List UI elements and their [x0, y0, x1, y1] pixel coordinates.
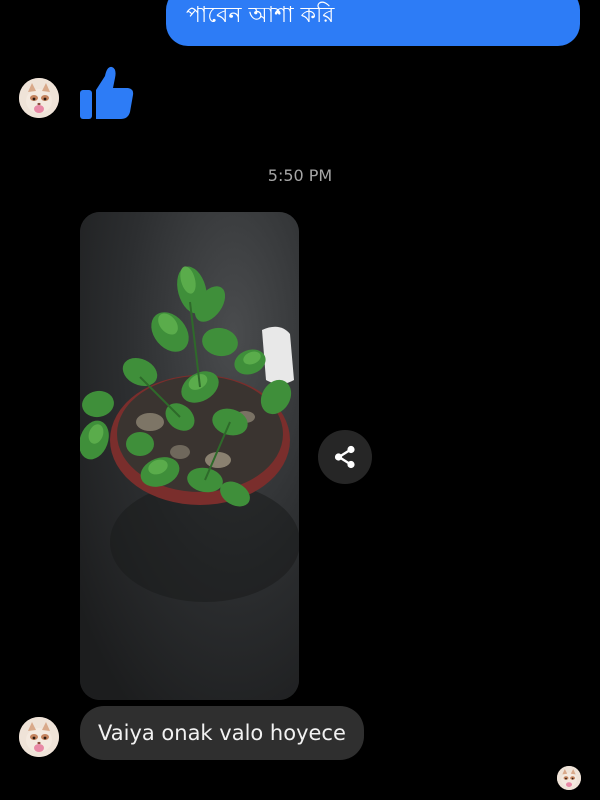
contact-avatar[interactable] — [19, 717, 59, 757]
seen-receipt-avatar — [557, 766, 581, 790]
share-icon — [334, 445, 355, 469]
message-timestamp: 5:50 PM — [267, 166, 333, 185]
share-button[interactable] — [318, 430, 372, 484]
chat-screen: পাবেন আশা করি 5:50 PM Vaiya onak valo ho… — [0, 0, 600, 800]
shared-photo[interactable] — [80, 212, 299, 700]
thumbs-up-icon[interactable] — [78, 64, 136, 122]
incoming-message-bubble[interactable]: Vaiya onak valo hoyece — [80, 706, 364, 760]
contact-avatar[interactable] — [19, 78, 59, 118]
outgoing-message-bubble[interactable]: পাবেন আশা করি — [166, 0, 580, 46]
